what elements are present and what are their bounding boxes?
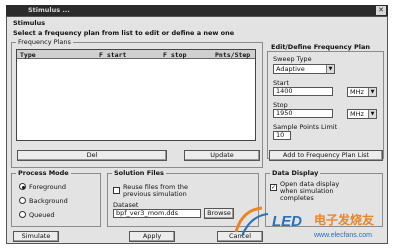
start-label: Start xyxy=(273,79,289,87)
sweep-type-label: Sweep Type xyxy=(273,55,312,63)
add-to-plan-list-button[interactable]: Add to Frequency Plan List xyxy=(269,150,383,161)
foreground-radio[interactable] xyxy=(19,183,26,190)
solution-files-title: Solution Files xyxy=(112,169,166,177)
simulate-button[interactable]: Simulate xyxy=(13,231,59,242)
stimulus-label: Stimulus xyxy=(13,19,46,27)
col-type[interactable]: Type xyxy=(20,51,36,59)
watermark-swoosh-icon xyxy=(234,206,263,233)
stop-label: Stop xyxy=(273,101,288,109)
sweep-type-value: Adaptive xyxy=(276,65,305,73)
col-f-start[interactable]: F start xyxy=(99,51,126,59)
window-title: Stimulus ... xyxy=(28,6,70,14)
delete-button[interactable]: Del xyxy=(17,150,167,161)
background-radio[interactable] xyxy=(19,197,26,204)
close-icon[interactable]: ✕ xyxy=(376,6,386,15)
start-unit-select[interactable]: MHz ▼ xyxy=(347,87,377,97)
elecfans-watermark: LED 电子发烧友 www.elecfans.com xyxy=(234,206,374,239)
chevron-down-icon[interactable]: ▼ xyxy=(326,65,334,73)
watermark-swoosh2-icon xyxy=(241,213,269,237)
dataset-input[interactable]: bpf_ver3_mom.dds xyxy=(113,209,201,218)
start-input[interactable]: 1400 xyxy=(273,87,333,96)
background-label: Background xyxy=(29,197,68,205)
edit-plan-title: Edit/Define Frequency Plan xyxy=(271,43,371,51)
foreground-label: Foreground xyxy=(29,183,67,191)
dataset-label: Dataset xyxy=(113,201,139,209)
apply-button[interactable]: Apply xyxy=(129,231,175,242)
frequency-plans-title: Frequency Plans xyxy=(16,38,73,46)
frequency-plan-list[interactable]: Type F start F stop Pnts/Step xyxy=(16,49,256,141)
process-mode-title: Process Mode xyxy=(16,169,71,177)
chevron-down-icon[interactable]: ▼ xyxy=(368,88,376,96)
watermark-url: www.elecfans.com xyxy=(313,232,372,239)
col-f-stop[interactable]: F stop xyxy=(163,51,186,59)
update-button[interactable]: Update xyxy=(184,150,260,161)
reuse-files-checkbox[interactable] xyxy=(113,187,120,194)
stop-unit-value: MHz xyxy=(350,110,364,118)
reuse-files-label: Reuse files from the previous simulation xyxy=(123,183,189,198)
sweep-type-select[interactable]: Adaptive ▼ xyxy=(273,64,335,74)
sample-limit-input[interactable]: 10 xyxy=(273,131,291,140)
start-unit-value: MHz xyxy=(350,88,364,96)
watermark-prefix: LED xyxy=(272,213,302,230)
browse-button[interactable]: Browse xyxy=(204,208,234,219)
stop-input[interactable]: 1950 xyxy=(273,109,333,118)
data-display-title: Data Display xyxy=(270,169,321,177)
window-titlebar: Stimulus ... ✕ xyxy=(6,5,388,16)
stop-unit-select[interactable]: MHz ▼ xyxy=(347,109,377,119)
queued-label: Queued xyxy=(29,211,55,219)
col-pnts-step[interactable]: Pnts/Step xyxy=(215,51,250,59)
sample-limit-label: Sample Points Limit xyxy=(273,123,338,131)
open-data-display-checkbox[interactable]: ✓ xyxy=(270,184,277,191)
open-data-display-label: Open data display when simulation comple… xyxy=(280,180,340,202)
watermark-brand: 电子发烧友 xyxy=(314,212,374,227)
plan-list-header: Type F start F stop Pnts/Step xyxy=(17,50,255,59)
queued-radio[interactable] xyxy=(19,211,26,218)
chevron-down-icon[interactable]: ▼ xyxy=(368,110,376,118)
instruction-text: Select a frequency plan from list to edi… xyxy=(13,29,235,37)
